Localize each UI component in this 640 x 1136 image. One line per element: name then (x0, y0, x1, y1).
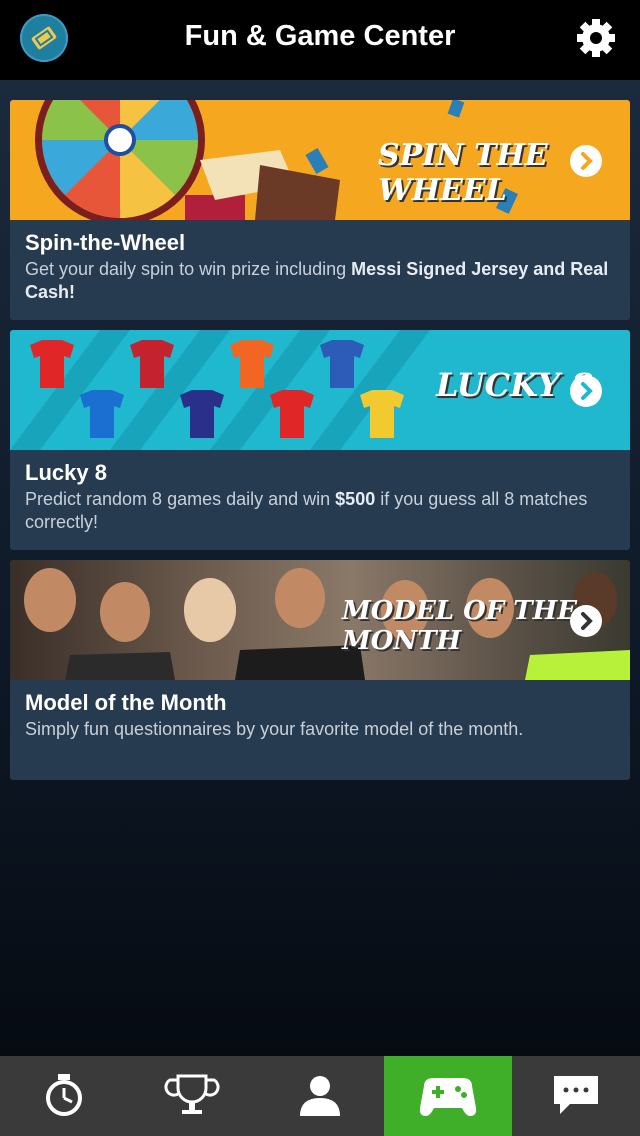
spin-the-wheel-banner: SPIN THE WHEEL (10, 100, 630, 220)
model-of-the-month-card[interactable]: MODEL OF THE MONTH Model of the Month Si… (10, 560, 630, 780)
tab-profile[interactable] (256, 1056, 384, 1136)
card-title: Model of the Month (25, 690, 227, 715)
card-title: Lucky 8 (25, 460, 107, 485)
gamepad-icon (419, 1078, 477, 1116)
card-description: Predict random 8 games daily and win $50… (25, 489, 588, 532)
page-title: Fun & Game Center (184, 20, 456, 52)
spin-the-wheel-card[interactable]: SPIN THE WHEEL Spin-the-Wheel Get your d… (10, 100, 630, 320)
lucky-8-card[interactable]: LUCKY 8 Lucky 8 Predict random 8 games d… (10, 330, 630, 550)
model-of-the-month-banner: MODEL OF THE MONTH (10, 560, 630, 680)
tab-stopwatch[interactable] (0, 1056, 128, 1136)
top-bar: Fun & Game Center (0, 0, 640, 80)
lucky-8-banner: LUCKY 8 (10, 330, 630, 450)
gear-icon[interactable] (574, 16, 618, 60)
tab-games[interactable] (384, 1056, 512, 1136)
bottom-tab-bar (0, 1056, 640, 1136)
tab-chat[interactable] (512, 1056, 640, 1136)
card-description: Simply fun questionnaires by your favori… (25, 719, 524, 739)
chat-icon (554, 1076, 598, 1114)
game-list: SPIN THE WHEEL Spin-the-Wheel Get your d… (0, 80, 640, 1056)
chevron-right-icon[interactable] (570, 145, 602, 177)
profile-icon (300, 1076, 340, 1116)
card-description: Get your daily spin to win prize includi… (25, 259, 609, 302)
trophy-icon (164, 1074, 220, 1114)
card-title: Spin-the-Wheel (25, 230, 186, 255)
chevron-right-icon[interactable] (570, 605, 602, 637)
stopwatch-icon (46, 1074, 82, 1116)
chevron-right-icon[interactable] (570, 375, 602, 407)
tab-trophy[interactable] (128, 1056, 256, 1136)
